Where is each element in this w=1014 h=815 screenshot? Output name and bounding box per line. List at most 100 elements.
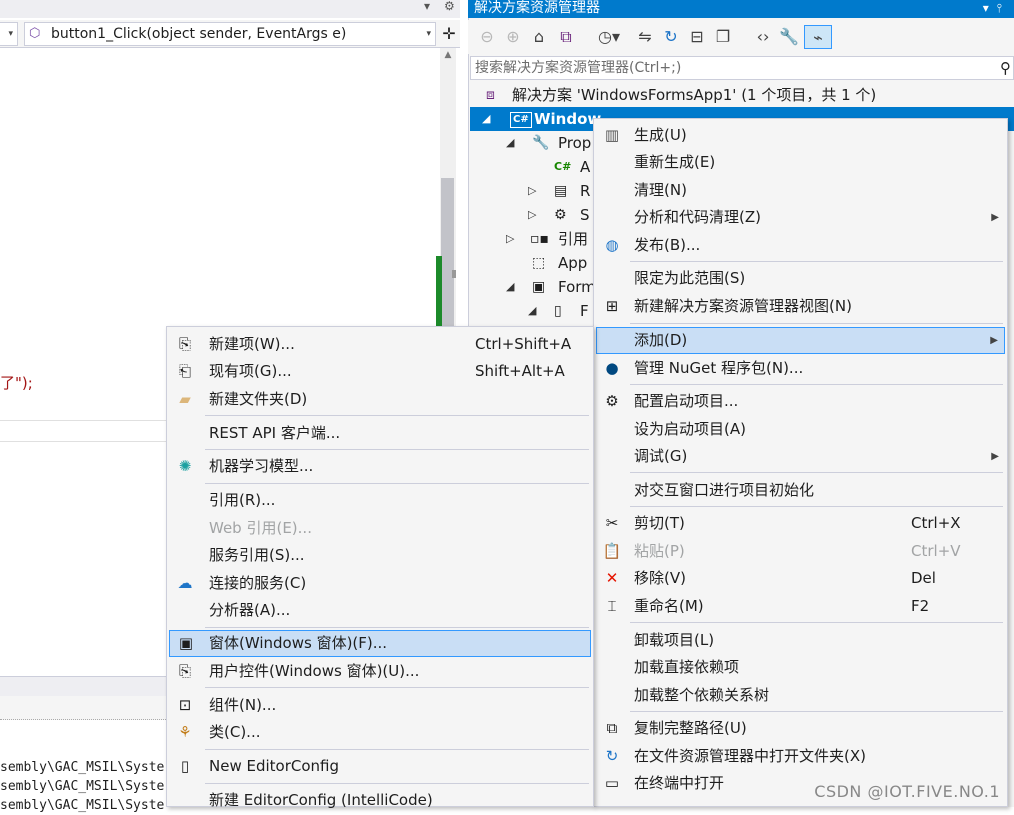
tree-item-solution[interactable]: ⧈ 解决方案 'WindowsFormsApp1' (1 个项目，共 1 个) xyxy=(470,83,1014,107)
sync-icon[interactable]: ⇋ xyxy=(634,25,656,49)
menu-item-user-control[interactable]: ⎘ 用户控件(Windows 窗体)(U)... xyxy=(169,658,591,685)
class-combo[interactable]: ▾ xyxy=(0,22,18,46)
menu-item-analyzer[interactable]: 分析器(A)... xyxy=(169,597,591,624)
menu-item-class[interactable]: ⚘ 类(C)... xyxy=(169,719,591,746)
home-icon[interactable]: ⌂ xyxy=(528,25,550,49)
menu-item-paste[interactable]: 📋 粘贴(P) Ctrl+V xyxy=(596,538,1005,565)
menu-item-clean[interactable]: 清理(N) xyxy=(596,177,1005,204)
scroll-up-icon[interactable]: ▲ xyxy=(440,50,456,60)
preview-selected-icon[interactable]: ⌁ xyxy=(804,25,832,49)
menu-item-existing-item[interactable]: ⎗ 现有项(G)... Shift+Alt+A xyxy=(169,358,591,385)
settings-icon[interactable]: ⚙ xyxy=(444,0,455,13)
pending-changes-icon[interactable]: ◷▾ xyxy=(592,25,626,49)
scrollbar-thumb[interactable] xyxy=(441,178,454,328)
menu-item-editorconfig-intellicode[interactable]: 新建 EditorConfig (IntelliCode) xyxy=(169,787,591,814)
resources-icon: ▤ xyxy=(554,183,568,199)
menu-item-web-reference[interactable]: Web 引用(E)... xyxy=(169,515,591,542)
show-all-files-icon[interactable]: ❐ xyxy=(712,25,734,49)
menu-item-service-reference[interactable]: 服务引用(S)... xyxy=(169,542,591,569)
menu-item-scope[interactable]: 限定为此范围(S) xyxy=(596,265,1005,292)
menu-item-set-startup[interactable]: 设为启动项目(A) xyxy=(596,416,1005,443)
expand-arrow-icon[interactable]: ◢ xyxy=(528,299,536,323)
menu-item-new-view[interactable]: ⊞ 新建解决方案资源管理器视图(N) xyxy=(596,293,1005,320)
menu-item-new-folder[interactable]: ▰ 新建文件夹(D) xyxy=(169,386,591,413)
tree-item-label: App xyxy=(558,254,588,272)
menu-item-cut[interactable]: ✂ 剪切(T) Ctrl+X xyxy=(596,510,1005,537)
menu-item-analyze[interactable]: 分析和代码清理(Z) ▶ xyxy=(596,204,1005,231)
collapsed-arrow-icon[interactable]: ▷ xyxy=(528,203,536,227)
menu-separator xyxy=(205,783,589,784)
menu-item-rename[interactable]: ⌶ 重命名(M) F2 xyxy=(596,593,1005,620)
solution-explorer-search[interactable]: 搜索解决方案资源管理器(Ctrl+;) ⚲ xyxy=(470,56,1014,80)
menu-item-remove[interactable]: ✕ 移除(V) Del xyxy=(596,565,1005,592)
connected-service-icon: ☁ xyxy=(177,574,193,592)
menu-separator xyxy=(630,472,1003,473)
menu-item-publish[interactable]: ◍ 发布(B)... xyxy=(596,232,1005,259)
form-icon: ▣ xyxy=(532,279,546,295)
menu-item-connected-service[interactable]: ☁ 连接的服务(C) xyxy=(169,570,591,597)
existing-item-icon: ⎗ xyxy=(178,362,191,380)
method-icon: ⬡ xyxy=(29,26,41,41)
expand-arrow-icon[interactable]: ◢ xyxy=(506,131,514,155)
menu-item-nuget[interactable]: ● 管理 NuGet 程序包(N)... xyxy=(596,355,1005,382)
code-line[interactable]: 了"); xyxy=(0,372,33,393)
menu-item-open-folder[interactable]: ↻ 在文件资源管理器中打开文件夹(X) xyxy=(596,743,1005,770)
tree-item-label: F xyxy=(580,302,589,320)
build-icon: ▥ xyxy=(604,126,620,144)
view-code-icon[interactable]: ‹› xyxy=(752,25,774,49)
back-icon[interactable]: ⊖ xyxy=(476,25,498,49)
menu-separator xyxy=(630,384,1003,385)
collapse-all-icon[interactable]: ⊟ xyxy=(686,25,708,49)
menu-item-new-editorconfig[interactable]: ▯ New EditorConfig xyxy=(169,753,591,780)
menu-item-rest-api[interactable]: REST API 客户端... xyxy=(169,420,591,447)
change-indicator xyxy=(436,256,442,336)
menu-item-debug[interactable]: 调试(G) ▶ xyxy=(596,443,1005,470)
output-line: sembly\GAC_MSIL\Syste xyxy=(0,798,165,813)
dropdown-arrow-icon[interactable]: ▾ xyxy=(983,1,997,15)
config-file-icon: ⬚ xyxy=(532,255,546,271)
pin-icon[interactable]: ⫯ xyxy=(997,1,1010,15)
output-text[interactable]: sembly\GAC_MSIL\Syste sembly\GAC_MSIL\Sy… xyxy=(0,758,164,815)
editorconfig-icon: ▯ xyxy=(180,757,190,775)
properties-wrench-icon[interactable]: 🔧 xyxy=(778,25,800,49)
menu-item-ml-model[interactable]: ✺ 机器学习模型... xyxy=(169,453,591,480)
menu-separator xyxy=(630,323,1003,324)
refresh-icon[interactable]: ↻ xyxy=(660,25,682,49)
search-icon[interactable]: ⚲ xyxy=(1000,57,1011,79)
menu-item-load-direct[interactable]: 加载直接依赖项 xyxy=(596,654,1005,681)
tree-item-label: S xyxy=(580,206,590,224)
editor-top-strip: ▾ ⚙ xyxy=(0,0,460,18)
menu-item-copy-path[interactable]: ⧉ 复制完整路径(U) xyxy=(596,715,1005,742)
menu-item-windows-form[interactable]: ▣ 窗体(Windows 窗体)(F)... xyxy=(169,630,591,657)
menu-item-unload[interactable]: 卸载项目(L) xyxy=(596,627,1005,654)
add-submenu: ⎘ 新建项(W)... Ctrl+Shift+A ⎗ 现有项(G)... Shift+A… xyxy=(166,326,594,809)
new-view-icon: ⊞ xyxy=(605,297,619,315)
solution-explorer-toolbar: ⊖ ⊕ ⌂ ⧉ ◷▾ ⇋ ↻ ⊟ ❐ ‹› 🔧 ⌁ xyxy=(468,20,1014,54)
references-icon: ▫▪ xyxy=(530,231,549,247)
menu-item-reference[interactable]: 引用(R)... xyxy=(169,487,591,514)
method-combo[interactable]: ⬡ button1_Click(object sender, EventArgs… xyxy=(24,22,436,46)
remove-icon: ✕ xyxy=(605,569,619,587)
expand-arrow-icon[interactable]: ◢ xyxy=(506,275,514,299)
menu-separator xyxy=(205,415,589,416)
menu-item-configure-startup[interactable]: ⚙ 配置启动项目... xyxy=(596,388,1005,415)
menu-item-load-tree[interactable]: 加载整个依赖关系树 xyxy=(596,682,1005,709)
menu-item-add[interactable]: 添加(D) ▶ xyxy=(596,327,1005,354)
menu-separator xyxy=(205,627,589,628)
menu-item-build[interactable]: ▥ 生成(U) xyxy=(596,122,1005,149)
split-window-button[interactable]: ✛ xyxy=(438,22,460,46)
menu-item-rebuild[interactable]: 重新生成(E) xyxy=(596,149,1005,176)
menu-separator xyxy=(205,687,589,688)
rename-icon: ⌶ xyxy=(607,597,617,615)
forward-icon[interactable]: ⊕ xyxy=(502,25,524,49)
collapsed-arrow-icon[interactable]: ▷ xyxy=(506,227,514,251)
collapsed-arrow-icon[interactable]: ▷ xyxy=(528,179,536,203)
switch-views-icon[interactable]: ⧉ xyxy=(554,25,578,49)
menu-item-component[interactable]: ⊡ 组件(N)... xyxy=(169,692,591,719)
csharp-project-icon: C# xyxy=(510,112,532,128)
menu-item-new-item[interactable]: ⎘ 新建项(W)... Ctrl+Shift+A xyxy=(169,331,591,358)
expand-arrow-icon[interactable]: ◢ xyxy=(482,107,490,131)
dropdown-arrow-icon[interactable]: ▾ xyxy=(424,0,430,13)
menu-item-interactive-init[interactable]: 对交互窗口进行项目初始化 xyxy=(596,477,1005,504)
user-control-icon: ⎘ xyxy=(178,662,191,680)
